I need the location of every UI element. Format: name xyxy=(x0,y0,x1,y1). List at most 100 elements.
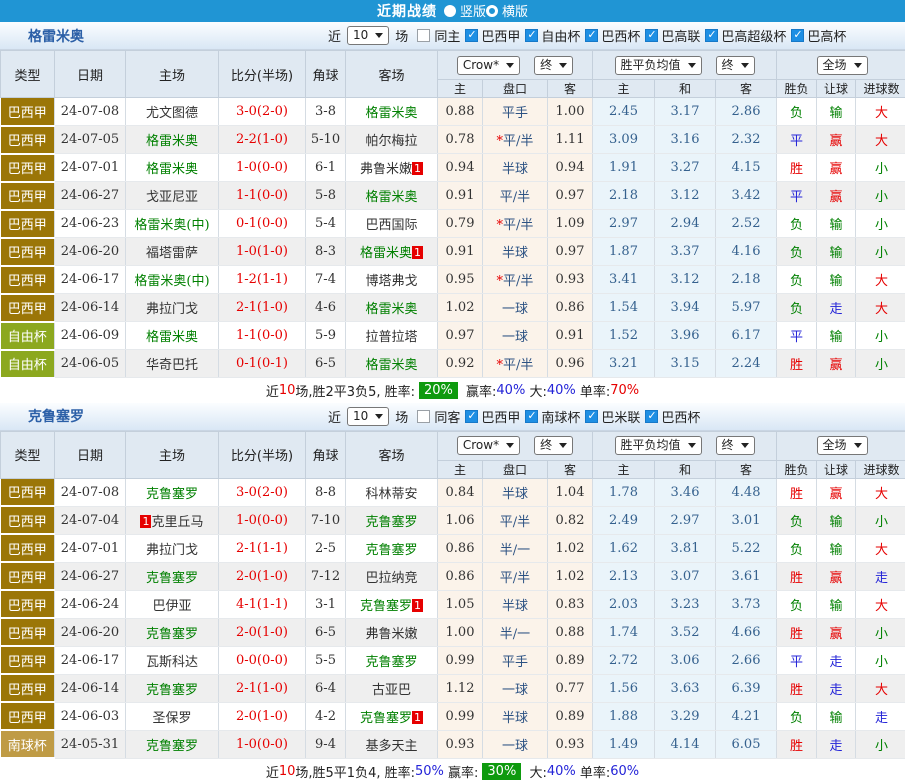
away-team-name[interactable]: 格雷米奥 xyxy=(360,246,412,261)
radio-selected-icon xyxy=(444,5,456,17)
away-team-name[interactable]: 巴拉纳竞 xyxy=(365,571,417,586)
home-team-name[interactable]: 戈亚尼亚 xyxy=(146,190,198,205)
result-goals-cell: 小 xyxy=(856,322,905,350)
home-team-name[interactable]: 克鲁塞罗 xyxy=(146,683,198,698)
league-checkbox-2[interactable] xyxy=(585,29,598,42)
away-team-name[interactable]: 格雷米奥 xyxy=(365,106,417,121)
col-home: 主场 xyxy=(126,51,219,98)
away-team-name[interactable]: 格雷米奥 xyxy=(365,190,417,205)
avg-stage-select[interactable]: 终 xyxy=(716,436,755,455)
league-checkbox-3[interactable] xyxy=(645,29,658,42)
league-checkbox-1[interactable] xyxy=(525,410,538,423)
scope-select[interactable]: 全场 xyxy=(817,436,868,455)
scope-select[interactable]: 全场 xyxy=(817,56,868,75)
away-team-name[interactable]: 克鲁塞罗 xyxy=(365,515,417,530)
odds-away-cell: 1.02 xyxy=(548,562,593,590)
home-team-name[interactable]: 克鲁塞罗 xyxy=(146,571,198,586)
result-goals-cell: 大 xyxy=(856,590,905,618)
avg-stage-select[interactable]: 终 xyxy=(716,56,755,75)
result-wdl-cell: 负 xyxy=(777,98,817,126)
games-label: 场 xyxy=(395,26,408,45)
league-checkbox-5[interactable] xyxy=(791,29,804,42)
league-checkbox-3[interactable] xyxy=(645,410,658,423)
result-goals-cell: 大 xyxy=(856,266,905,294)
away-team-name[interactable]: 基多天主 xyxy=(365,739,417,754)
same-venue-checkbox[interactable] xyxy=(417,29,430,42)
home-team-name[interactable]: 尤文图德 xyxy=(146,106,198,121)
home-team-name[interactable]: 格雷米奥 xyxy=(146,134,198,149)
yellow-card-badge: 1 xyxy=(412,711,423,724)
home-team-name[interactable]: 格雷米奥 xyxy=(146,162,198,177)
away-team-name[interactable]: 古亚巴 xyxy=(372,683,411,698)
recent-count-select[interactable]: 10 xyxy=(347,407,389,426)
home-team-name[interactable]: 克里丘马 xyxy=(151,515,203,530)
score-cell: 2-0(1-0) xyxy=(219,618,306,646)
col-away: 客场 xyxy=(346,431,438,478)
match-row: 巴西甲24-07-08克鲁塞罗3-0(2-0)8-8科林蒂安0.84半球1.04… xyxy=(1,478,905,506)
radio-option-1[interactable]: 横版 xyxy=(486,1,528,20)
away-team-name[interactable]: 克鲁塞罗 xyxy=(365,655,417,670)
away-team-name[interactable]: 克鲁塞罗 xyxy=(365,543,417,558)
avg-lose-cell: 2.52 xyxy=(716,210,777,238)
away-team-name[interactable]: 拉普拉塔 xyxy=(365,330,417,345)
date-cell: 24-06-09 xyxy=(55,322,126,350)
home-team-name[interactable]: 瓦斯科达 xyxy=(146,655,198,670)
league-checkbox-0[interactable] xyxy=(465,410,478,423)
footer-stat-segment: 10 xyxy=(279,764,296,779)
away-team-name[interactable]: 弗鲁米嫩 xyxy=(360,162,412,177)
home-team-name[interactable]: 弗拉门戈 xyxy=(146,543,198,558)
avg-odds-select[interactable]: 胜平负均值 xyxy=(615,436,702,455)
result-handicap-cell: 输 xyxy=(817,590,856,618)
bookmaker-select[interactable]: Crow* xyxy=(457,436,520,455)
odds-stage-select[interactable]: 终 xyxy=(534,56,573,75)
col-score: 比分(半场) xyxy=(219,51,306,98)
handicap-line: 平/半 xyxy=(503,358,533,373)
odds-away-cell: 0.94 xyxy=(548,154,593,182)
home-team-name[interactable]: 格雷米奥 xyxy=(146,330,198,345)
home-team-name[interactable]: 巴伊亚 xyxy=(152,599,191,614)
result-handicap-cell: 赢 xyxy=(817,182,856,210)
home-team-cell: 弗拉门戈 xyxy=(126,534,219,562)
layout-radio-group: 竖版横版 xyxy=(444,1,528,21)
avg-odds-select[interactable]: 胜平负均值 xyxy=(615,56,702,75)
away-team-name[interactable]: 格雷米奥 xyxy=(365,302,417,317)
away-team-name[interactable]: 弗鲁米嫩 xyxy=(365,627,417,642)
home-team-name[interactable]: 格雷米奥(中) xyxy=(134,274,209,289)
recent-count-select[interactable]: 10 xyxy=(347,26,389,45)
avg-win-cell: 2.49 xyxy=(593,506,655,534)
avg-win-cell: 2.18 xyxy=(593,182,655,210)
home-team-name[interactable]: 福塔雷萨 xyxy=(146,246,198,261)
odds-home-cell: 1.06 xyxy=(438,506,483,534)
bookmaker-select[interactable]: Crow* xyxy=(457,56,520,75)
away-team-name[interactable]: 格雷米奥 xyxy=(365,358,417,373)
home-team-name[interactable]: 圣保罗 xyxy=(152,711,191,726)
league-checkbox-4[interactable] xyxy=(705,29,718,42)
chevron-down-icon xyxy=(559,63,567,68)
home-team-name[interactable]: 克鲁塞罗 xyxy=(146,627,198,642)
same-venue-checkbox[interactable] xyxy=(417,410,430,423)
header-row-selects: 类型日期主场比分(半场)角球客场Crow*终胜平负均值终全场 xyxy=(1,431,905,460)
radio-option-0[interactable]: 竖版 xyxy=(444,1,486,20)
home-team-name[interactable]: 克鲁塞罗 xyxy=(146,739,198,754)
away-team-name[interactable]: 克鲁塞罗 xyxy=(360,599,412,614)
avg-win-cell: 2.72 xyxy=(593,646,655,674)
league-checkbox-0[interactable] xyxy=(465,29,478,42)
league-checkbox-2[interactable] xyxy=(585,410,598,423)
subheader-5: 客 xyxy=(716,80,777,98)
away-team-name[interactable]: 博塔弗戈 xyxy=(365,274,417,289)
odds-stage-select[interactable]: 终 xyxy=(534,436,573,455)
footer-stat-segment: 赢率: xyxy=(462,381,497,400)
home-team-name[interactable]: 格雷米奥(中) xyxy=(134,218,209,233)
footer-stat-segment: 大: xyxy=(525,762,547,781)
home-team-name[interactable]: 弗拉门戈 xyxy=(146,302,198,317)
avg-draw-cell: 3.27 xyxy=(655,154,716,182)
away-team-name[interactable]: 巴西国际 xyxy=(365,218,417,233)
away-team-name[interactable]: 科林蒂安 xyxy=(365,487,417,502)
away-team-name[interactable]: 帕尔梅拉 xyxy=(365,134,417,149)
league-checkbox-1[interactable] xyxy=(525,29,538,42)
result-goals-cell: 小 xyxy=(856,506,905,534)
away-team-name[interactable]: 克鲁塞罗 xyxy=(360,711,412,726)
home-team-name[interactable]: 华奇巴托 xyxy=(146,358,198,373)
home-team-name[interactable]: 克鲁塞罗 xyxy=(146,487,198,502)
result-wdl-cell: 胜 xyxy=(777,478,817,506)
